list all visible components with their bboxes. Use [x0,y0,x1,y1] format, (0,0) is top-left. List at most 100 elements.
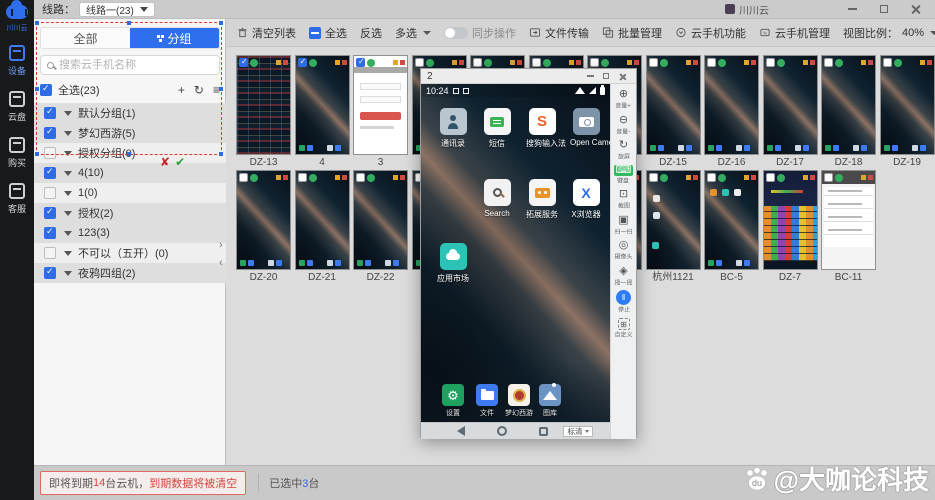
screenshot-tool[interactable]: ⊡截图 [617,188,631,211]
group-row[interactable]: 梦幻西游(5) [34,123,226,143]
device-checkbox[interactable] [707,173,716,182]
device-thumb[interactable]: DZ-13 [236,55,291,170]
stop-tool[interactable]: ‖停止 [616,290,631,315]
camera-tool[interactable]: ◎摄像头 [613,239,634,262]
expand-panel-icon[interactable]: › [219,240,223,250]
scan-tool[interactable]: ▣扫一扫 [613,214,634,237]
device-screen[interactable] [236,55,291,155]
select-all-indeterminate-checkbox[interactable] [309,27,321,39]
custom-tool[interactable]: ⊞自定义 [613,318,634,340]
search-box[interactable] [40,55,220,75]
device-checkbox[interactable] [298,58,307,67]
dock-app-files[interactable]: 文件 [475,384,499,418]
confirm-selection-icon[interactable]: ✔ [175,155,185,169]
device-screen[interactable] [353,170,408,270]
group-checkbox[interactable] [44,267,56,279]
phone-minimize-button[interactable] [582,70,598,82]
dock-app-settings[interactable]: ⚙设置 [441,384,465,418]
device-checkbox[interactable] [532,58,541,67]
chevron-down-icon[interactable] [64,131,72,136]
marquee-handle[interactable] [35,87,39,91]
device-screen[interactable] [646,170,701,270]
phone-app-search[interactable]: Search [483,179,511,218]
device-screen[interactable] [763,170,818,270]
recents-button[interactable] [539,427,548,436]
chevron-down-icon[interactable] [64,211,72,216]
group-row[interactable]: 默认分组(1) [34,103,226,123]
device-checkbox[interactable] [473,58,482,67]
sort-list-icon[interactable]: ≡ [213,83,220,97]
invert-select-button[interactable]: 反选 [360,25,382,41]
group-row[interactable]: 夜鸦四组(2) [34,263,226,283]
device-checkbox[interactable] [356,173,365,182]
device-thumb[interactable]: BC-11 [821,170,876,285]
refresh-icon[interactable]: ↻ [194,83,204,97]
device-thumb[interactable]: DZ-17 [763,55,818,170]
phone-app-sms[interactable]: 短信 [483,108,511,149]
batch-manage-button[interactable]: 批量管理 [602,25,662,41]
dock-app-game[interactable]: 梦幻西游 [507,384,531,418]
chevron-down-icon[interactable] [64,151,72,156]
device-thumb[interactable]: DZ-16 [704,55,759,170]
sync-toggle[interactable] [444,27,468,39]
rotate-screen-tool[interactable]: ↻旋屏 [617,139,631,162]
group-row[interactable]: 1(0) [34,183,226,203]
sidebar-item-cloud-disk[interactable]: 云盘 [0,91,34,123]
line-select-dropdown[interactable]: 线路一(23) [79,2,155,17]
marquee-handle[interactable] [35,21,39,25]
phone-app-sogou[interactable]: S搜狗输入法 [528,108,556,149]
phone-close-button[interactable] [614,70,630,82]
device-screen[interactable] [880,55,935,155]
device-screen[interactable] [821,170,876,270]
device-screen[interactable] [295,55,350,155]
search-input[interactable] [59,59,213,71]
marquee-handle[interactable] [219,21,223,25]
device-screen[interactable] [704,170,759,270]
marquee-handle[interactable] [127,21,131,25]
phone-window-titlebar[interactable]: 2 [421,69,636,84]
group-checkbox[interactable] [44,147,56,159]
phone-manage-button[interactable]: % 云手机管理 [759,25,830,41]
group-checkbox[interactable] [44,187,56,199]
home-button[interactable] [497,426,507,436]
device-checkbox[interactable] [649,58,658,67]
maximize-button[interactable] [871,0,897,18]
phone-maximize-button[interactable] [598,70,614,82]
clear-list-button[interactable]: 清空列表 [237,25,296,41]
device-screen[interactable] [646,55,701,155]
group-checkbox[interactable] [44,227,56,239]
device-checkbox[interactable] [239,173,248,182]
group-row[interactable]: 授权分组(0) [34,143,226,163]
group-row[interactable]: 123(3) [34,223,226,243]
chevron-down-icon[interactable] [64,271,72,276]
device-checkbox[interactable] [590,58,599,67]
device-screen[interactable] [821,55,876,155]
device-checkbox[interactable] [415,58,424,67]
group-checkbox[interactable] [44,127,56,139]
device-checkbox[interactable] [649,173,658,182]
sidebar-item-buy[interactable]: 购买 [0,137,34,169]
phone-app-camera[interactable]: Open Came... [572,108,600,147]
device-thumb[interactable]: 4 [295,55,350,170]
volume-up-tool[interactable]: ⊕音量+ [614,88,632,111]
chevron-down-icon[interactable] [64,231,72,236]
tab-group[interactable]: 分组 [130,28,219,48]
device-checkbox[interactable] [239,58,248,67]
device-screen[interactable] [353,55,408,155]
keyboard-tool[interactable]: ⌨键盘 [614,165,634,186]
device-checkbox[interactable] [766,58,775,67]
device-thumb[interactable]: DZ-21 [295,170,350,285]
phone-app-browser[interactable]: XX浏览器 [572,179,600,220]
device-checkbox[interactable] [824,173,833,182]
device-checkbox[interactable] [298,173,307,182]
device-screen[interactable] [704,55,759,155]
close-button[interactable] [903,0,929,18]
device-checkbox[interactable] [356,58,365,67]
device-thumb[interactable]: DZ-15 [646,55,701,170]
device-thumb[interactable]: DZ-7 [763,170,818,285]
device-thumb[interactable]: 杭州1121 [646,170,701,285]
phone-features-button[interactable]: 云手机功能 [675,25,746,41]
group-checkbox[interactable] [44,207,56,219]
group-checkbox[interactable] [44,247,56,259]
add-group-icon[interactable]: + [178,83,185,97]
